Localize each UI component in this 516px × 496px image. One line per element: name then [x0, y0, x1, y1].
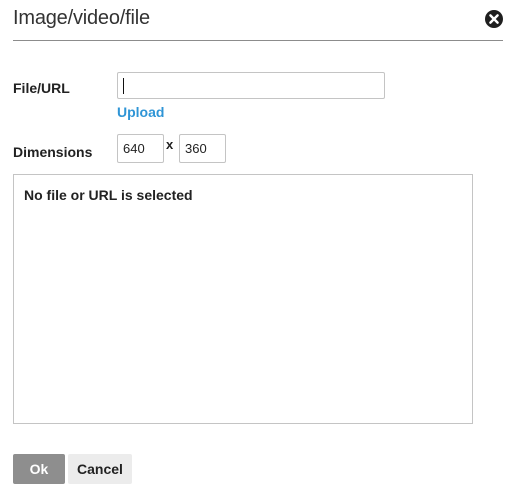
height-input[interactable] [179, 134, 226, 163]
title-divider [13, 40, 503, 41]
close-button[interactable] [484, 9, 504, 29]
file-url-label: File/URL [13, 80, 70, 96]
ok-button[interactable]: Ok [13, 454, 65, 484]
file-url-field[interactable] [117, 72, 385, 99]
upload-link[interactable]: Upload [117, 104, 164, 120]
width-input[interactable] [117, 134, 164, 163]
close-circle-icon [485, 10, 503, 28]
file-url-input[interactable] [118, 73, 384, 98]
dialog-title: Image/video/file [13, 7, 150, 29]
preview-message: No file or URL is selected [24, 187, 193, 203]
dimensions-label: Dimensions [13, 144, 93, 160]
preview-area: No file or URL is selected [13, 174, 473, 424]
image-video-file-dialog: Image/video/file File/URL Upload Dimensi… [0, 0, 516, 496]
cancel-button[interactable]: Cancel [68, 454, 132, 484]
dimensions-separator: x [166, 137, 174, 152]
